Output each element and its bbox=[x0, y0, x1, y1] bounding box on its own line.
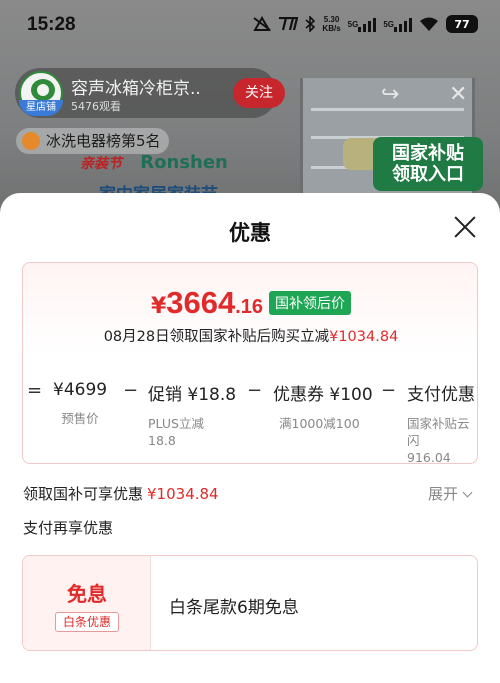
operator-equals: = bbox=[27, 380, 43, 401]
breakdown-sub: 预售价 bbox=[61, 411, 99, 426]
notification-muted-icon bbox=[253, 14, 272, 34]
final-price-decimal: .16 bbox=[235, 296, 264, 318]
ranking-label: 冰洗电器榜第5名 bbox=[46, 132, 161, 150]
operator-minus: − bbox=[123, 380, 139, 401]
subsidy-entry-button[interactable]: 国家补贴 领取入口 bbox=[373, 137, 483, 191]
payment-offer-main: 免息 bbox=[67, 582, 107, 606]
battery-icon: 77 bbox=[446, 15, 478, 33]
final-price-tag: 国补领后价 bbox=[269, 291, 352, 315]
payment-offer-card[interactable]: 免息 白条优惠 白条尾款6期免息 bbox=[22, 555, 478, 651]
breakdown-sub: 国家补贴云闪 916.04 bbox=[407, 416, 470, 464]
breakdown-sub: PLUS立减 18.8 bbox=[148, 416, 204, 448]
discount-note: 08月28日领取国家补贴后购买立减¥1034.84 bbox=[23, 325, 477, 346]
breakdown-sub: 满1000减100 bbox=[279, 416, 360, 431]
shop-info-pill[interactable]: 星店铺 容声冰箱冷柜京.. 5476观看 关注 bbox=[15, 68, 285, 118]
follow-button[interactable]: 关注 bbox=[233, 78, 285, 108]
status-bar: 15:28 5.30 KB/s 5G 5G 77 bbox=[0, 0, 500, 52]
speed-unit: KB/s bbox=[322, 24, 341, 33]
brand-name: Ronshen bbox=[140, 152, 228, 173]
wifi-icon bbox=[419, 14, 439, 34]
share-icon[interactable]: ↪ bbox=[381, 82, 399, 107]
expand-label: 展开 bbox=[428, 485, 459, 503]
close-icon[interactable] bbox=[453, 215, 477, 239]
flame-icon bbox=[22, 132, 40, 150]
breakdown-item-presale: ¥4699 预售价 bbox=[53, 380, 107, 427]
subsidy-row-label: 领取国补可享优惠 bbox=[23, 485, 144, 503]
payment-offer-tag: 白条优惠 bbox=[55, 612, 119, 632]
bluetooth-icon bbox=[305, 14, 316, 34]
signal-2-icon: 5G bbox=[383, 14, 412, 34]
breakdown-item-promo: 促销 ¥18.8 PLUS立减 18.8 bbox=[148, 380, 236, 449]
shop-name[interactable]: 容声冰箱冷柜京.. bbox=[71, 74, 201, 99]
final-price: ¥ 3664 .16 国补领后价 bbox=[23, 285, 477, 321]
discount-sheet: 优惠 ¥ 3664 .16 国补领后价 08月28日领取国家补贴后购买立减¥10… bbox=[0, 193, 500, 683]
shop-views: 5476观看 bbox=[71, 100, 121, 113]
network-speed: 5.30 KB/s bbox=[322, 14, 340, 34]
network-type-2: 5G bbox=[383, 19, 394, 29]
chevron-down-icon bbox=[462, 487, 473, 498]
final-price-integer: 3664 bbox=[166, 285, 236, 320]
final-price-currency: ¥ bbox=[150, 294, 167, 319]
subsidy-row: 领取国补可享优惠 ¥1034.84 bbox=[23, 483, 219, 504]
breakdown-main: 促销 ¥18.8 bbox=[148, 385, 237, 405]
brand-tag: 亲装节 bbox=[80, 156, 122, 172]
payment-offer-desc: 白条尾款6期免息 bbox=[169, 598, 299, 618]
close-live-icon[interactable]: ✕ bbox=[449, 82, 467, 107]
breakdown-main: 优惠券 ¥100 bbox=[273, 385, 373, 405]
breakdown-item-payment: 支付优惠 国家补贴云闪 916.04 bbox=[407, 380, 477, 464]
signal-1-icon: 5G bbox=[348, 14, 377, 34]
payment-offer-badge: 免息 白条优惠 bbox=[23, 556, 151, 650]
subsidy-row-amount: ¥1034.84 bbox=[147, 485, 219, 503]
status-icons: 5.30 KB/s 5G 5G 77 bbox=[253, 14, 478, 34]
shop-badge: 星店铺 bbox=[19, 100, 63, 116]
sheet-title: 优惠 bbox=[229, 221, 271, 245]
breakdown-main: ¥4699 bbox=[53, 380, 108, 400]
breakdown-item-coupon: 优惠券 ¥100 满1000减100 bbox=[273, 380, 373, 432]
ranking-pill[interactable]: 冰洗电器榜第5名 bbox=[16, 128, 169, 154]
live-room-background: 15:28 5.30 KB/s 5G 5G 77 星店铺 容声冰箱冷柜京.. 5… bbox=[0, 0, 500, 220]
subsidy-entry-line2: 领取入口 bbox=[392, 164, 464, 185]
subsidy-entry-line1: 国家补贴 bbox=[392, 143, 464, 164]
speed-value: 5.30 bbox=[323, 15, 340, 24]
brand-banner: 亲装节 Ronshen bbox=[80, 152, 228, 173]
operator-minus: − bbox=[247, 380, 263, 401]
discount-note-text: 08月28日领取国家补贴后购买立减 bbox=[103, 329, 330, 345]
operator-minus: − bbox=[381, 380, 397, 401]
price-card: ¥ 3664 .16 国补领后价 08月28日领取国家补贴后购买立减¥1034.… bbox=[22, 262, 478, 464]
discount-note-amount: ¥1034.84 bbox=[329, 329, 399, 345]
breakdown-main: 支付优惠 bbox=[407, 385, 475, 405]
network-type-1: 5G bbox=[347, 19, 359, 29]
expand-toggle[interactable]: 展开 bbox=[428, 483, 473, 504]
carrier-logo-icon bbox=[278, 14, 299, 34]
status-time: 15:28 bbox=[27, 14, 76, 35]
pay-section-title: 支付再享优惠 bbox=[23, 519, 114, 537]
price-breakdown[interactable]: = ¥4699 预售价 − 促销 ¥18.8 PLUS立减 18.8 − 优惠券… bbox=[23, 370, 477, 463]
